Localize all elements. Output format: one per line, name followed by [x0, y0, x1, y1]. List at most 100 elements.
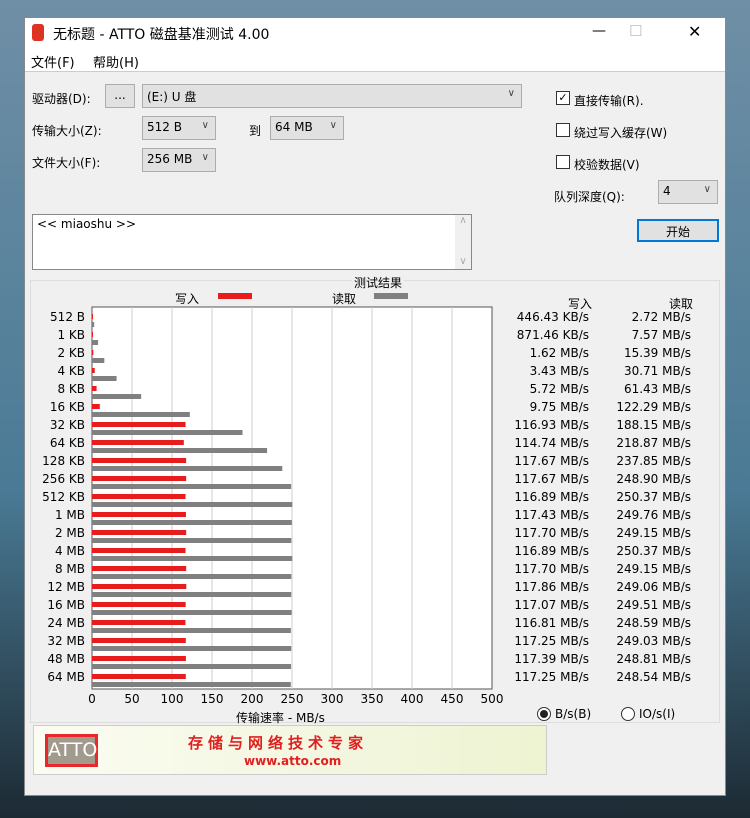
read-value: 188.15 MB/s [616, 418, 691, 432]
read-value: 2.72 MB/s [631, 310, 691, 324]
x-tick-label: 250 [280, 692, 304, 706]
x-tick-label: 50 [124, 692, 140, 706]
io-radio-label: IO/s(I) [639, 707, 676, 721]
x-tick-label: 100 [160, 692, 184, 706]
category-label: 512 KB [42, 490, 85, 504]
write-bar [92, 638, 186, 643]
write-bar [92, 494, 186, 499]
x-tick-label: 450 [440, 692, 464, 706]
read-value: 122.29 MB/s [616, 400, 691, 414]
write-value: 116.89 MB/s [514, 490, 589, 504]
minimize-button[interactable]: — [592, 23, 606, 39]
write-value: 116.81 MB/s [514, 616, 589, 630]
queue-depth-select[interactable]: 4 ∨ [658, 180, 718, 204]
read-bar [92, 628, 291, 633]
transfer-from-value: 512 B [147, 120, 182, 134]
transfer-size-label: 传输大小(Z): [32, 124, 102, 138]
read-value: 237.85 MB/s [616, 454, 691, 468]
category-label: 16 KB [49, 400, 85, 414]
queue-depth-value: 4 [663, 184, 671, 198]
io-radio[interactable] [621, 707, 635, 721]
write-value: 1.62 MB/s [529, 346, 589, 360]
direct-io-checkbox[interactable]: ✓ [556, 91, 570, 105]
x-tick-label: 0 [88, 692, 96, 706]
transfer-from-select[interactable]: 512 B ∨ [142, 116, 216, 140]
read-value: 249.76 MB/s [616, 508, 691, 522]
start-button[interactable]: 开始 [637, 219, 719, 242]
menu-bar: 文件(F) 帮助(H) [25, 47, 725, 72]
read-bar [92, 610, 292, 615]
read-value: 248.59 MB/s [616, 616, 691, 630]
write-value: 116.93 MB/s [514, 418, 589, 432]
bytes-radio[interactable] [537, 707, 551, 721]
chevron-down-icon: ∨ [201, 152, 209, 163]
transfer-to-value: 64 MB [275, 120, 313, 134]
bytes-radio-label: B/s(B) [555, 707, 592, 721]
scroll-down-icon[interactable]: ∨ [455, 256, 471, 267]
start-button-label: 开始 [665, 225, 690, 239]
read-bar [92, 574, 292, 579]
read-bar [92, 448, 268, 453]
write-bar [92, 332, 93, 337]
maximize-button[interactable]: ☐ [629, 22, 642, 40]
scroll-up-icon[interactable]: ∧ [455, 215, 471, 226]
banner-slogan: 存储与网络技术专家 [188, 734, 369, 752]
verify-data-checkbox[interactable] [556, 155, 570, 169]
atto-logo: ATTO [45, 734, 98, 767]
read-value: 249.06 MB/s [616, 580, 691, 594]
x-tick-label: 350 [360, 692, 384, 706]
read-bar [92, 538, 292, 543]
write-value: 5.72 MB/s [529, 382, 589, 396]
bypass-cache-label: 绕过写入缓存(W) [574, 126, 668, 140]
browse-button[interactable]: ... [105, 84, 135, 108]
drive-select[interactable]: (E:) U 盘 ∨ [142, 84, 522, 108]
write-bar [92, 350, 94, 355]
read-value: 249.15 MB/s [616, 562, 691, 576]
verify-data-label: 校验数据(V) [574, 158, 640, 172]
category-label: 256 KB [42, 472, 85, 486]
category-label: 32 KB [49, 418, 85, 432]
app-icon [32, 24, 44, 41]
write-value: 117.39 MB/s [514, 652, 589, 666]
file-size-label: 文件大小(F): [32, 156, 101, 170]
write-bar [92, 620, 186, 625]
category-label: 8 KB [57, 382, 85, 396]
write-value: 9.75 MB/s [529, 400, 589, 414]
transfer-to-select[interactable]: 64 MB ∨ [270, 116, 344, 140]
scrollbar[interactable]: ∧ ∨ [455, 215, 471, 269]
title-bar: 无标题 - ATTO 磁盘基准测试 4.00 — ☐ ✕ [25, 18, 725, 47]
read-bar [92, 556, 293, 561]
menu-file[interactable]: 文件(F) [31, 52, 75, 71]
read-value: 250.37 MB/s [616, 544, 691, 558]
legend-write-label: 写入 [175, 292, 200, 306]
read-bar [92, 484, 292, 489]
atto-banner[interactable]: ATTO 存储与网络技术专家 www.atto.com [33, 725, 547, 775]
write-value: 117.70 MB/s [514, 526, 589, 540]
description-text: << miaoshu >> [37, 217, 137, 231]
x-tick-label: 400 [400, 692, 424, 706]
menu-help[interactable]: 帮助(H) [93, 52, 139, 71]
write-value: 117.25 MB/s [514, 634, 589, 648]
read-bar [92, 412, 190, 417]
file-size-select[interactable]: 256 MB ∨ [142, 148, 216, 172]
close-button[interactable]: ✕ [688, 22, 701, 41]
category-label: 512 B [50, 310, 85, 324]
bar-chart [91, 306, 493, 690]
description-textarea[interactable]: << miaoshu >> ∧ ∨ [32, 214, 472, 270]
chevron-down-icon: ∨ [329, 120, 337, 131]
legend-read-label: 读取 [332, 292, 357, 306]
read-bar [92, 376, 117, 381]
category-label: 24 MB [47, 616, 85, 630]
category-label: 128 KB [42, 454, 85, 468]
write-value: 117.86 MB/s [514, 580, 589, 594]
write-value: 117.25 MB/s [514, 670, 589, 684]
write-value: 116.89 MB/s [514, 544, 589, 558]
write-value: 117.70 MB/s [514, 562, 589, 576]
write-value: 114.74 MB/s [514, 436, 589, 450]
bypass-cache-checkbox[interactable] [556, 123, 570, 137]
category-label: 16 MB [47, 598, 85, 612]
banner-url: www.atto.com [244, 754, 342, 768]
write-bar [92, 656, 186, 661]
to-label: 到 [249, 124, 262, 138]
category-label: 1 MB [54, 508, 85, 522]
